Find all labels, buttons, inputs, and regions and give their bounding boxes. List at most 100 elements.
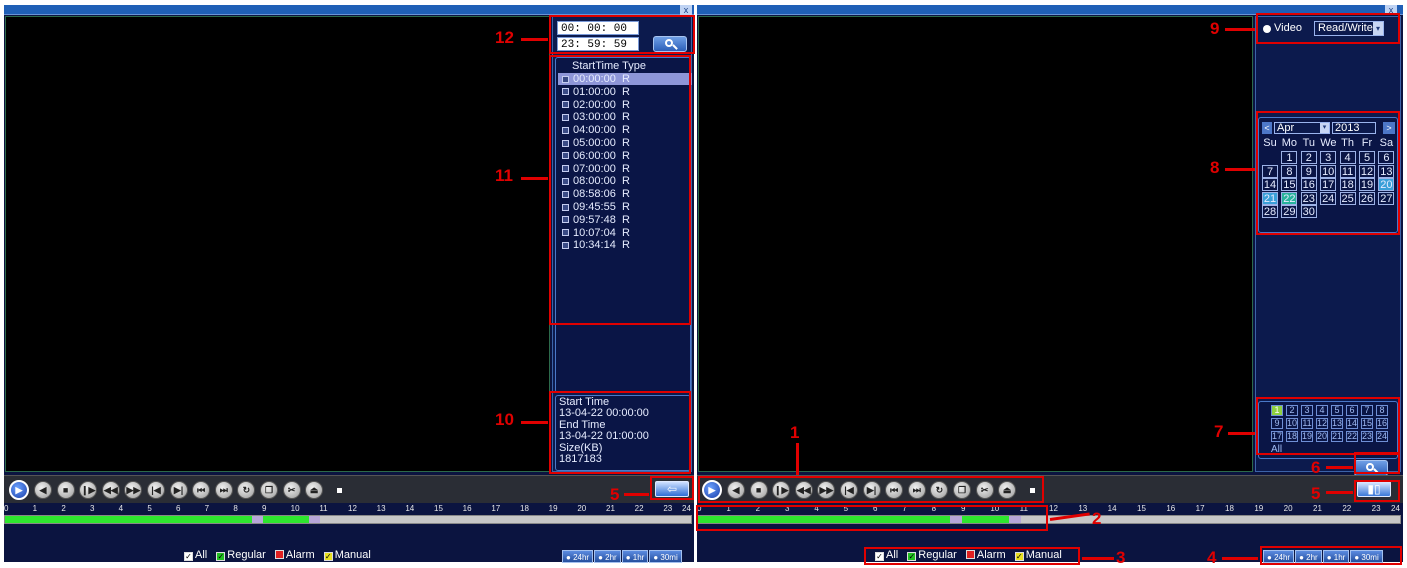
file-checkbox[interactable] <box>562 216 569 224</box>
file-list-item[interactable]: 05:00:00 R <box>558 137 692 149</box>
regular-checkbox[interactable]: ✓ <box>216 552 226 561</box>
fast-reverse-button[interactable]: ◀◀ <box>101 481 120 499</box>
calendar-day[interactable]: 24 <box>1320 191 1337 205</box>
file-list-item[interactable]: 08:58:06 R <box>558 188 692 200</box>
calendar-day[interactable]: 16 <box>1300 178 1317 192</box>
backup-button[interactable]: ⏏ <box>998 481 1017 499</box>
regular-checkbox[interactable]: ✓ <box>907 552 917 561</box>
file-checkbox[interactable] <box>562 190 569 198</box>
left-timeline[interactable]: 0 1 2 3 4 5 6 7 8 9 10 11 12 13 14 15 16 17 18 19 20 21 22 23 24 <box>4 504 694 532</box>
back-button[interactable]: ⇦ <box>655 481 689 497</box>
file-checkbox[interactable] <box>562 229 569 237</box>
search-button[interactable] <box>1354 460 1388 476</box>
calendar-day[interactable]: 13 <box>1378 164 1395 178</box>
channel-checkbox[interactable]: 24 <box>1376 431 1388 442</box>
step-back-button[interactable]: ❙▶ <box>79 481 98 499</box>
next-file-button[interactable]: ⏭ <box>907 481 926 499</box>
file-checkbox[interactable] <box>562 139 569 147</box>
timeline-track[interactable] <box>4 515 692 524</box>
calendar-day[interactable]: 10 <box>1320 164 1337 178</box>
alarm-checkbox[interactable] <box>965 550 975 559</box>
channel-checkbox[interactable]: 23 <box>1361 431 1373 442</box>
channels-all-option[interactable]: All <box>1271 444 1282 455</box>
prev-month-button[interactable]: < <box>1262 122 1272 134</box>
close-icon[interactable]: x <box>1385 5 1397 15</box>
all-checkbox[interactable]: ✓ <box>875 552 884 561</box>
video-display[interactable] <box>5 16 550 472</box>
loop-button[interactable]: ↻ <box>930 481 949 499</box>
fast-reverse-button[interactable]: ◀◀ <box>794 481 813 499</box>
file-list-item[interactable]: 09:45:55 R <box>558 201 692 213</box>
sync-play-button[interactable]: ▮▯ <box>1357 481 1391 497</box>
next-frame-button[interactable]: ▶| <box>169 481 188 499</box>
month-select[interactable]: Apr ▾ <box>1274 122 1330 134</box>
calendar-day[interactable]: 4 <box>1339 151 1356 164</box>
file-list-item[interactable]: 06:00:00 R <box>558 150 692 162</box>
calendar-day[interactable]: 20 <box>1378 178 1395 192</box>
channel-checkbox[interactable]: 5 <box>1331 405 1343 416</box>
reverse-play-button[interactable]: ◀ <box>34 481 52 499</box>
zoom-1hr-button[interactable]: ● 1hr <box>1322 550 1350 563</box>
zoom-30mi-button[interactable]: ● 30mi <box>1350 550 1383 563</box>
zoom-2hr-button[interactable]: ● 2hr <box>1295 550 1322 563</box>
channel-checkbox[interactable]: 13 <box>1331 418 1343 429</box>
fast-forward-button[interactable]: ▶▶ <box>124 481 143 499</box>
zoom-30mi-button[interactable]: ● 30mi <box>649 550 682 563</box>
file-list-item[interactable]: 09:57:48 R <box>558 214 692 226</box>
channel-checkbox[interactable]: 15 <box>1361 418 1373 429</box>
channel-checkbox[interactable]: 3 <box>1301 405 1313 416</box>
loop-button[interactable]: ↻ <box>237 481 256 499</box>
fullscreen-button[interactable]: ❐ <box>953 481 971 499</box>
channel-checkbox[interactable]: 12 <box>1316 418 1328 429</box>
play-button[interactable]: ▶ <box>702 480 722 500</box>
file-checkbox[interactable] <box>562 177 569 185</box>
fast-forward-button[interactable]: ▶▶ <box>817 481 836 499</box>
calendar-day[interactable]: 1 <box>1281 151 1298 164</box>
channel-checkbox[interactable]: 2 <box>1286 405 1298 416</box>
file-list-item[interactable]: 04:00:00 R <box>558 124 692 136</box>
stop-button[interactable]: ■ <box>56 481 75 499</box>
calendar-day[interactable]: 11 <box>1339 164 1356 178</box>
file-checkbox[interactable] <box>562 203 569 211</box>
file-checkbox[interactable] <box>562 152 569 160</box>
calendar-day[interactable]: 3 <box>1320 151 1337 164</box>
calendar-day[interactable]: 21 <box>1262 191 1278 205</box>
channel-checkbox[interactable]: 4 <box>1316 405 1328 416</box>
alarm-checkbox[interactable] <box>274 550 284 559</box>
all-checkbox[interactable]: ✓ <box>184 552 193 561</box>
fullscreen-button[interactable]: ❐ <box>260 481 278 499</box>
channel-checkbox[interactable]: 7 <box>1361 405 1373 416</box>
channel-checkbox[interactable]: 16 <box>1376 418 1388 429</box>
calendar-day[interactable]: 27 <box>1378 191 1395 205</box>
calendar-day[interactable]: 7 <box>1262 164 1278 178</box>
calendar-day[interactable]: 29 <box>1281 205 1298 219</box>
file-checkbox[interactable] <box>562 113 569 121</box>
calendar-day[interactable]: 17 <box>1320 178 1337 192</box>
manual-checkbox[interactable]: ✓ <box>323 552 333 561</box>
end-time-field[interactable]: 23: 59: 59 <box>557 37 639 51</box>
file-list-item[interactable]: 00:00:00 R <box>558 73 692 86</box>
next-file-button[interactable]: ⏭ <box>214 481 233 499</box>
zoom-24hr-button[interactable]: ● 24hr <box>562 550 594 563</box>
channel-checkbox[interactable]: 21 <box>1331 431 1343 442</box>
file-list-item[interactable]: 02:00:00 R <box>558 99 692 111</box>
calendar-day[interactable]: 26 <box>1359 191 1375 205</box>
zoom-2hr-button[interactable]: ● 2hr <box>594 550 621 563</box>
file-list-item[interactable]: 10:34:14 R <box>558 239 692 251</box>
manual-checkbox[interactable]: ✓ <box>1014 552 1024 561</box>
step-back-button[interactable]: ❙▶ <box>772 481 791 499</box>
file-list-item[interactable]: 03:00:00 R <box>558 111 692 123</box>
calendar-day[interactable]: 9 <box>1300 164 1317 178</box>
calendar-day[interactable]: 5 <box>1359 151 1375 164</box>
channel-checkbox[interactable]: 17 <box>1271 431 1283 442</box>
calendar-day[interactable]: 12 <box>1359 164 1375 178</box>
search-button[interactable] <box>653 36 687 52</box>
play-button[interactable]: ▶ <box>9 480 29 500</box>
clip-button[interactable]: ✂ <box>975 481 994 499</box>
calendar-day[interactable]: 14 <box>1262 178 1278 192</box>
timeline-track[interactable] <box>697 515 1401 524</box>
channel-checkbox[interactable]: 6 <box>1346 405 1358 416</box>
file-list-item[interactable]: 08:00:00 R <box>558 175 692 187</box>
channel-checkbox[interactable]: 20 <box>1316 431 1328 442</box>
file-list-item[interactable]: 07:00:00 R <box>558 163 692 175</box>
